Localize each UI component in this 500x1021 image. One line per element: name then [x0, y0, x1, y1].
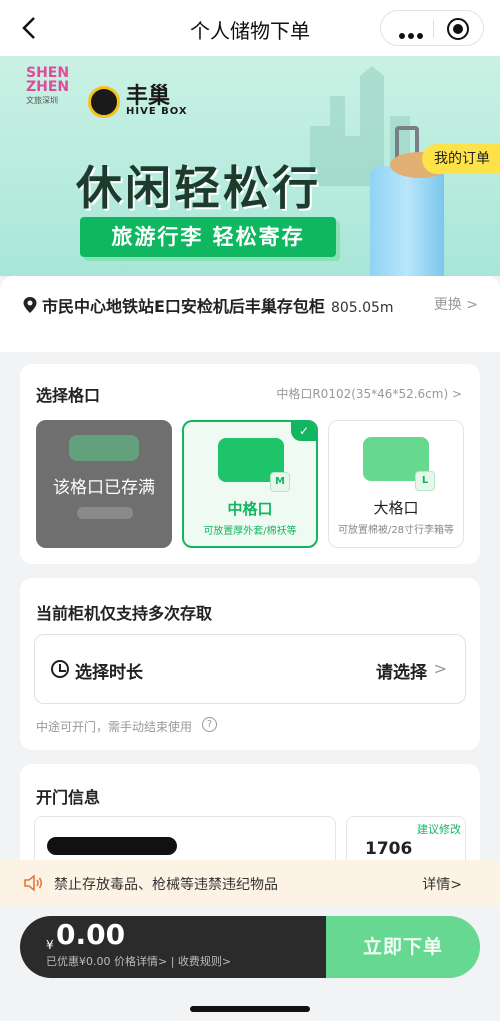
- location-card: 市民中心地铁站E口安检机后丰巢存包柜 805.05m 更换 >: [0, 276, 500, 352]
- notice-details-link[interactable]: 详情>: [422, 874, 462, 894]
- clock-icon: [51, 660, 69, 678]
- close-mini-program-icon[interactable]: [447, 18, 469, 40]
- speaker-icon: [24, 874, 43, 892]
- home-indicator: [190, 1006, 310, 1012]
- duration-value: 请选择: [376, 663, 427, 683]
- large-locker-icon: L: [363, 437, 435, 491]
- my-orders-button[interactable]: 我的订单: [422, 144, 500, 174]
- promo-banner[interactable]: SHEN ZHEN 文旅深圳 丰巢 HIVE BOX 休闲轻松行 旅游行李 轻松寄…: [0, 56, 500, 276]
- place-order-button[interactable]: 立即下单: [326, 916, 480, 978]
- duration-card: 当前柜机仅支持多次存取 选择时长 请选择 > 中途可开门，需手动结束使用 ?: [20, 578, 480, 750]
- locker-address: 市民中心地铁站E口安检机后丰巢存包柜 805.05m: [42, 297, 394, 316]
- top-nav-bar: 个人储物下单: [0, 0, 500, 56]
- size-badge: M: [270, 472, 290, 492]
- price-summary: ¥ 0.00 已优惠¥0.00 价格详情> | 收费规则>: [20, 916, 326, 978]
- hive-box-logo: 丰巢 HIVE BOX: [88, 82, 188, 122]
- selected-check-icon: ✓: [291, 422, 316, 441]
- chevron-right-icon: >: [433, 659, 447, 678]
- size-badge: L: [415, 471, 435, 491]
- suggest-edit-label: 建议修改: [417, 823, 461, 836]
- medium-locker-icon: M: [218, 438, 290, 492]
- compartment-option-full: 该格口已存满: [36, 420, 172, 548]
- suitcase-illustration: [370, 166, 444, 276]
- compartment-option-large[interactable]: L 大格口 可放置棉被/28寸行李箱等: [328, 420, 464, 548]
- duration-hint: 中途可开门，需手动结束使用: [36, 720, 193, 734]
- compartment-option-medium[interactable]: ✓ M 中格口 可放置厚外套/棉袄等: [182, 420, 318, 548]
- compartment-desc: 可放置棉被/28寸行李箱等: [337, 525, 455, 536]
- checkout-bar: ¥ 0.00 已优惠¥0.00 价格详情> | 收费规则> 立即下单: [20, 916, 480, 978]
- capsule-divider: [433, 20, 434, 38]
- compartment-title: 选择格口: [36, 386, 101, 405]
- help-icon[interactable]: ?: [202, 717, 217, 732]
- access-mode-title: 当前柜机仅支持多次存取: [36, 604, 213, 623]
- redacted-phone: [47, 837, 177, 855]
- blurred-caption: [77, 507, 133, 519]
- notice-message: 禁止存放毒品、枪械等违禁违纪物品: [54, 877, 278, 893]
- compartment-desc: 可放置厚外套/棉袄等: [203, 526, 297, 537]
- change-location-link[interactable]: 更换 >: [434, 294, 478, 314]
- shenzhen-logo: SHEN ZHEN 文旅深圳: [26, 65, 70, 105]
- compartment-full-label: 该格口已存满: [53, 478, 155, 498]
- prohibited-items-notice: 禁止存放毒品、枪械等违禁违纪物品 详情>: [0, 860, 500, 906]
- blurred-locker-image: [69, 435, 139, 461]
- currency-symbol: ¥: [46, 938, 54, 952]
- location-pin-icon: [23, 297, 37, 313]
- compartment-card: 选择格口 中格口R0102(35*46*52.6cm) > 该格口已存满 ✓ M…: [20, 364, 480, 564]
- price-details-links[interactable]: 已优惠¥0.00 价格详情> | 收费规则>: [46, 953, 231, 969]
- hive-box-emblem-icon: [88, 86, 120, 118]
- compartment-name: 中格口: [227, 500, 273, 518]
- banner-tagline: 旅游行李 轻松寄存: [80, 217, 336, 257]
- distance: 805.05m: [330, 300, 394, 316]
- duration-selector[interactable]: 选择时长 请选择 >: [34, 634, 466, 704]
- compartment-name: 大格口: [373, 499, 419, 517]
- mini-program-capsule: [380, 10, 484, 46]
- door-info-title: 开门信息: [36, 788, 101, 807]
- compartment-spec-link[interactable]: 中格口R0102(35*46*52.6cm) >: [276, 385, 462, 402]
- banner-headline: 休闲轻松行: [76, 161, 321, 215]
- total-amount: 0.00: [56, 918, 126, 951]
- door-code: 1706: [365, 839, 413, 859]
- duration-label: 选择时长: [75, 663, 143, 683]
- more-icon[interactable]: [399, 24, 426, 43]
